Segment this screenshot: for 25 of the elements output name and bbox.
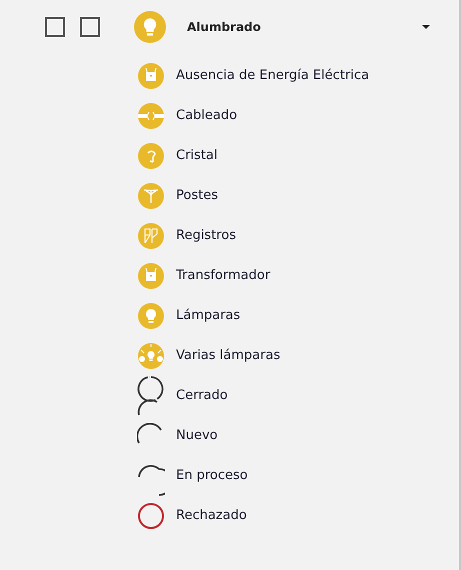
lightbulb-icon [134, 11, 166, 43]
item-label[interactable]: Cableado [176, 106, 238, 126]
lightbulb-icon [138, 303, 164, 329]
item-label[interactable]: Registros [176, 226, 236, 246]
item-label[interactable]: Postes [176, 186, 218, 206]
box-icon [138, 263, 164, 289]
checkbox[interactable] [45, 17, 65, 37]
item-label[interactable]: Ausencia de Energía Eléctrica [176, 66, 370, 86]
broken-cable-icon [138, 103, 164, 129]
caret-icon[interactable] [422, 23, 430, 31]
item-label[interactable]: Rechazado [176, 506, 247, 526]
item-label[interactable]: Transformador [176, 266, 270, 286]
item-label[interactable]: En proceso [176, 466, 248, 486]
item-label[interactable]: Lámparas [176, 306, 240, 326]
item-label[interactable]: Nuevo [176, 426, 218, 446]
checkbox[interactable] [80, 17, 100, 37]
ring-icon [137, 502, 165, 530]
lightbulb-icon [138, 343, 164, 369]
hook-icon [138, 143, 164, 169]
item-label[interactable]: Cerrado [176, 386, 228, 406]
group-title: Alumbrado [187, 19, 262, 36]
item-label[interactable]: Varias lámparas [176, 346, 280, 366]
pole-icon [138, 183, 164, 209]
item-label[interactable]: Cristal [176, 146, 218, 166]
box-icon [138, 63, 164, 89]
